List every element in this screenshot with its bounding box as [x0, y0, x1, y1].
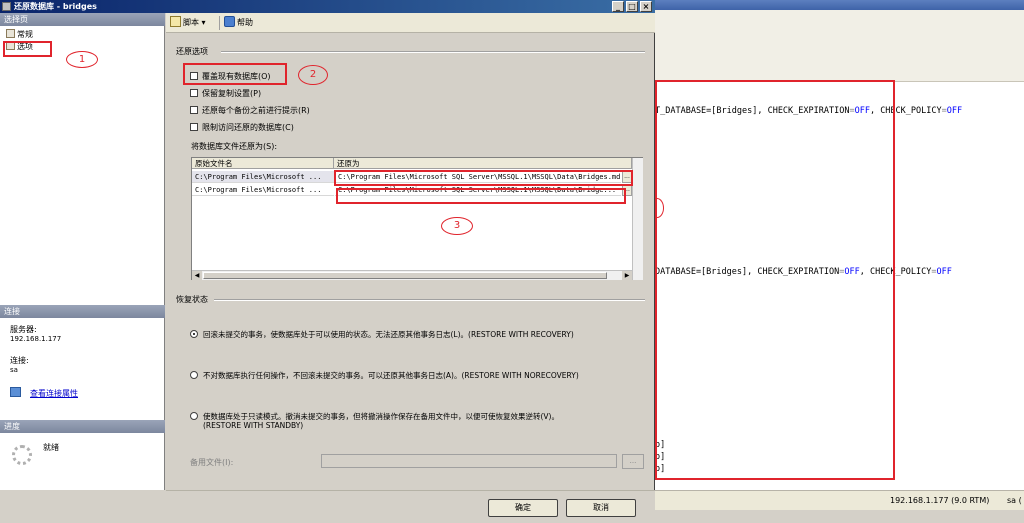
annotation-number-1: 1 [66, 51, 98, 68]
table-row-original[interactable]: C:\Program Files\Microsoft ... [192, 171, 334, 183]
radio-dot[interactable] [190, 412, 198, 420]
checkbox-box[interactable] [190, 89, 198, 97]
button-bar: 确定 取消 [166, 490, 655, 523]
server-value: 192.168.1.177 [10, 335, 62, 343]
checkbox-label: 限制访问还原的数据库(C) [202, 123, 294, 132]
maximize-button[interactable]: □ [626, 1, 638, 12]
table-row-original[interactable]: C:\Program Files\Microsoft ... [192, 184, 334, 196]
checkbox-box[interactable] [190, 106, 198, 114]
radio-label: 不对数据库执行任何操作，不回滚未提交的事务。可以还原其他事务日志(A)。(RES… [203, 371, 579, 380]
checkbox-label: 还原每个备份之前进行提示(R) [202, 106, 310, 115]
background-taskbar-strip [655, 510, 1024, 523]
group-divider [221, 51, 645, 53]
page-icon [6, 29, 15, 38]
help-label: 帮助 [237, 18, 253, 27]
connection-header: 连接 [0, 305, 165, 318]
annotation-number-2: 2 [298, 65, 328, 85]
progress-status: 就绪 [43, 443, 59, 452]
chevron-down-icon[interactable]: ▾ [202, 18, 206, 27]
close-button[interactable]: × [640, 1, 652, 12]
code-keyword: OFF [946, 106, 963, 116]
connection-label: 连接: [10, 356, 29, 365]
group-divider [214, 299, 645, 301]
radio-label: 使数据库处于只读模式。撤消未提交的事务，但将撤消操作保存在备用文件中，以便可使恢… [203, 412, 559, 421]
preserve-replication-checkbox[interactable]: 保留复制设置(P) [190, 88, 261, 99]
restore-options-title: 还原选项 [176, 47, 208, 56]
background-toolbar [655, 10, 1024, 82]
scroll-left-icon[interactable]: ◀ [192, 271, 202, 280]
annotation-number-3: 3 [441, 217, 473, 235]
restore-files-label: 将数据库文件还原为(S): [191, 142, 278, 151]
annotation-highlight-code [655, 80, 895, 480]
help-icon [224, 16, 235, 27]
standby-file-label: 备用文件(I): [190, 458, 234, 467]
progress-spinner-icon [12, 445, 32, 465]
dialog-titlebar: 还原数据库 - bridges _ □ × [0, 0, 655, 13]
progress-header: 进度 [0, 420, 165, 433]
radio-dot[interactable] [190, 371, 198, 379]
background-titlebar [655, 0, 1024, 10]
annotation-highlight-overwrite [183, 63, 287, 85]
minimize-button[interactable]: _ [612, 1, 624, 12]
script-icon [170, 16, 181, 27]
recovery-state-title: 恢复状态 [176, 295, 208, 304]
page-item-label: 常规 [17, 30, 33, 39]
status-server: 192.168.1.177 (9.0 RTM) [890, 496, 990, 505]
checkbox-label: 保留复制设置(P) [202, 89, 262, 98]
radio-label-line2: (RESTORE WITH STANDBY) [203, 421, 304, 430]
server-label: 服务器: [10, 325, 37, 334]
connection-properties-icon [10, 387, 21, 397]
page-item-general[interactable]: 常规 [6, 29, 33, 40]
options-page: 还原选项 覆盖现有数据库(O) 保留复制设置(P) 还原每个备份之前进行提示(R… [166, 34, 655, 490]
annotation-highlight-restore-path-1 [334, 170, 633, 186]
view-connection-properties-link[interactable]: 查看连接属性 [30, 388, 78, 399]
vertical-scrollbar[interactable] [632, 158, 643, 280]
script-button[interactable]: 脚本 ▾ [170, 16, 206, 30]
background-statusbar: 192.168.1.177 (9.0 RTM) sa ( [655, 490, 1024, 510]
radio-dot[interactable] [190, 330, 198, 338]
horizontal-scrollbar[interactable]: ◀ ▶ [192, 270, 632, 280]
dialog-toolbar: 脚本 ▾ 帮助 [166, 13, 655, 33]
left-pane: 选择页 常规 选项 连接 服务器: 192.168.1.177 连接: sa [0, 13, 165, 490]
checkbox-box[interactable] [190, 123, 198, 131]
radio-label: 回滚未提交的事务，使数据库处于可以使用的状态。无法还原其他事务日志(L)。(RE… [203, 330, 574, 339]
restore-database-dialog: 还原数据库 - bridges _ □ × 选择页 常规 选项 连接 服务器: … [0, 0, 655, 523]
status-user: sa ( [1007, 496, 1022, 505]
select-page-header: 选择页 [0, 13, 165, 26]
toolbar-separator [219, 16, 220, 30]
standby-file-input[interactable] [321, 454, 617, 468]
database-icon [2, 2, 11, 11]
column-header-original[interactable]: 原始文件名 [192, 158, 334, 169]
scroll-thumb[interactable] [203, 272, 607, 279]
annotation-highlight-restore-path-2 [336, 188, 626, 204]
prompt-before-restore-checkbox[interactable]: 还原每个备份之前进行提示(R) [190, 105, 310, 116]
ok-button[interactable]: 确定 [488, 499, 558, 517]
cancel-button[interactable]: 取消 [566, 499, 636, 517]
column-header-restore-as[interactable]: 还原为 [334, 158, 632, 169]
help-button[interactable]: 帮助 [224, 16, 253, 30]
standby-browse-button[interactable]: ... [622, 454, 644, 469]
script-label: 脚本 [183, 18, 199, 27]
connection-value: sa [10, 366, 18, 374]
dialog-title: 还原数据库 - bridges [14, 2, 97, 11]
annotation-highlight-options [3, 41, 52, 57]
code-keyword: OFF [936, 267, 952, 277]
scroll-right-icon[interactable]: ▶ [622, 271, 632, 280]
restrict-access-checkbox[interactable]: 限制访问还原的数据库(C) [190, 122, 294, 133]
